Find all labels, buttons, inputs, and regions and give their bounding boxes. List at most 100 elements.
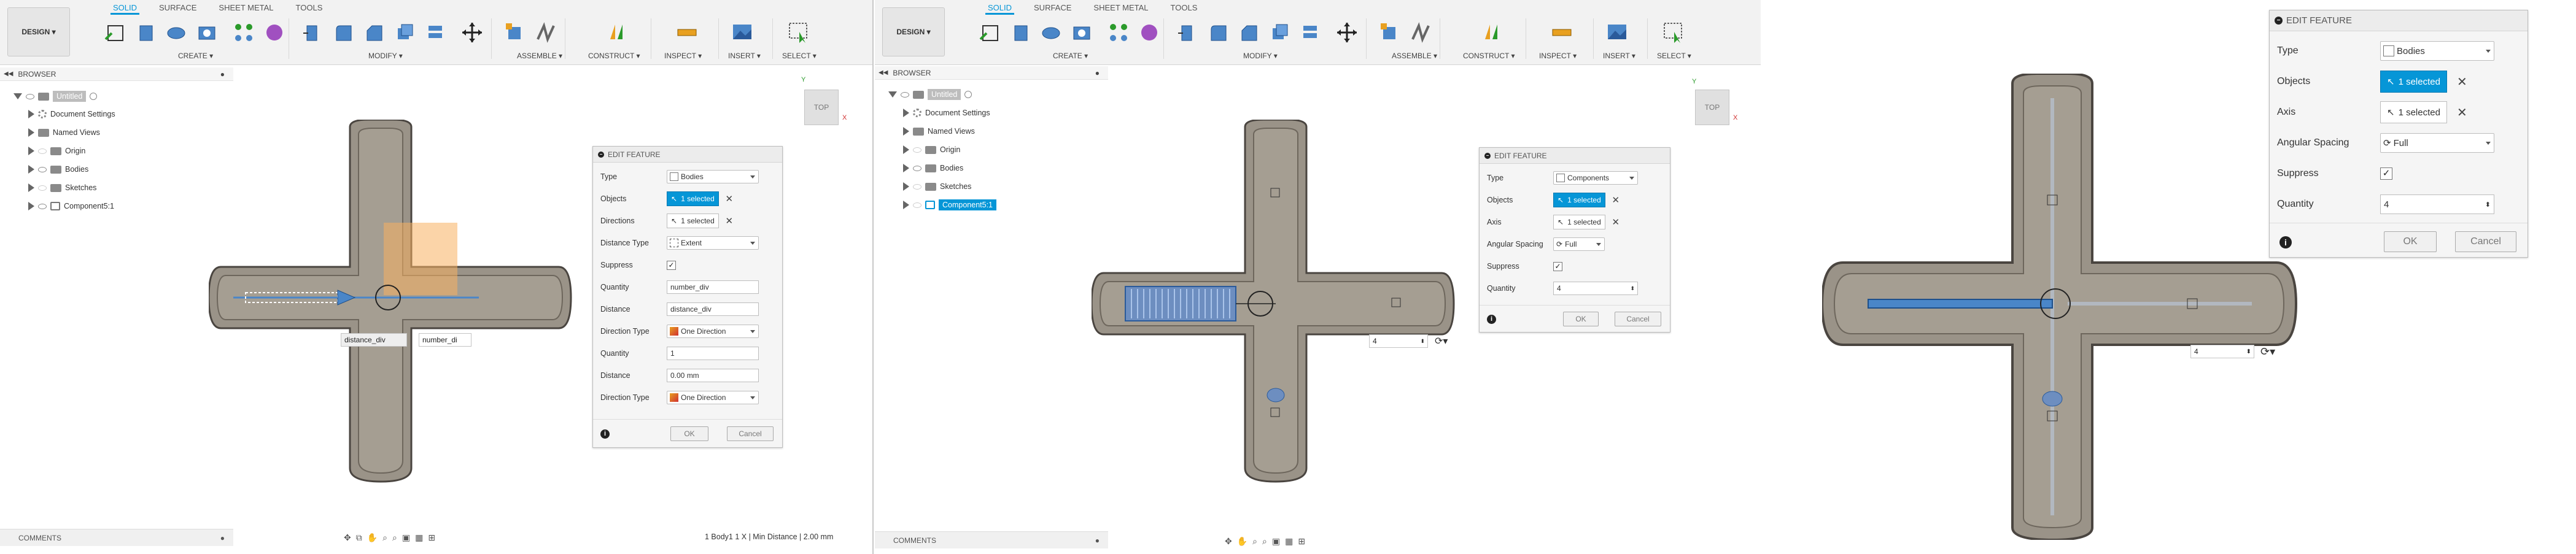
type-dropdown[interactable]: Bodies: [2380, 41, 2494, 61]
distance-type-dropdown[interactable]: Extent: [667, 236, 759, 250]
tree-item-bodies[interactable]: Bodies: [28, 163, 88, 176]
ok-button[interactable]: OK: [1563, 312, 1599, 326]
shell-icon[interactable]: [393, 21, 416, 44]
workspace-dropdown[interactable]: DESIGN ▾: [882, 7, 945, 56]
expand-icon[interactable]: [903, 127, 909, 136]
chamfer-icon[interactable]: [1237, 21, 1260, 44]
comments-pin-icon[interactable]: ●: [1095, 536, 1100, 545]
visibility-off-icon[interactable]: [913, 183, 921, 190]
pattern-icon[interactable]: [1107, 21, 1130, 44]
group-modify[interactable]: MODIFY ▾: [1243, 52, 1278, 60]
look-at-icon[interactable]: ⧉: [356, 533, 362, 543]
comments-panel[interactable]: COMMENTS ●: [875, 531, 1108, 548]
group-create[interactable]: CREATE ▾: [1053, 52, 1088, 60]
cross-body-model[interactable]: [209, 120, 577, 488]
cancel-button[interactable]: Cancel: [1615, 312, 1661, 326]
spinner-icon[interactable]: ⬍: [2246, 348, 2251, 355]
grid-settings-icon[interactable]: ▦: [415, 533, 423, 543]
comments-pin-icon[interactable]: ●: [220, 534, 225, 542]
visibility-icon[interactable]: [901, 91, 909, 98]
visibility-icon[interactable]: [913, 165, 921, 171]
viewports-icon[interactable]: ⊞: [1298, 536, 1305, 547]
insert-image-icon[interactable]: [1605, 21, 1629, 44]
cross-body-model-zoomed[interactable]: [1822, 74, 2301, 540]
cancel-button[interactable]: Cancel: [727, 426, 774, 441]
collapse-dialog-icon[interactable]: −: [2275, 17, 2283, 25]
offset-plane-icon[interactable]: [607, 21, 630, 44]
dialog-header[interactable]: − EDIT FEATURE: [593, 147, 782, 163]
quantity-2-field[interactable]: 1: [667, 347, 759, 360]
visibility-off-icon[interactable]: [913, 147, 921, 153]
group-select[interactable]: SELECT ▾: [782, 52, 817, 60]
expand-icon[interactable]: [28, 183, 34, 192]
collapse-dialog-icon[interactable]: −: [1484, 152, 1491, 159]
info-icon[interactable]: i: [600, 429, 610, 439]
extrude-icon[interactable]: [1009, 21, 1032, 44]
zoom-icon[interactable]: ⌕: [382, 533, 387, 543]
press-pull-icon[interactable]: [301, 21, 324, 44]
expand-icon[interactable]: [888, 91, 897, 98]
tree-item-origin[interactable]: Origin: [28, 144, 85, 158]
tab-sheet-metal[interactable]: SHEET METAL: [216, 2, 276, 15]
move-icon[interactable]: [1335, 21, 1359, 44]
fillet-icon[interactable]: [1206, 21, 1230, 44]
zoom-icon[interactable]: ⌕: [1252, 536, 1257, 547]
distance-input[interactable]: distance_div: [341, 333, 407, 347]
quantity-stepper[interactable]: 4 ⬍: [2380, 194, 2494, 214]
activate-icon[interactable]: [90, 93, 98, 100]
pan-icon[interactable]: ✋: [367, 533, 378, 543]
tree-item-sketches[interactable]: Sketches: [903, 180, 971, 193]
joint-icon[interactable]: [1409, 21, 1432, 44]
visibility-icon[interactable]: [26, 93, 34, 99]
flip-direction-icon[interactable]: ⟳▾: [1435, 335, 1448, 347]
spinner-icon[interactable]: ⬍: [1630, 285, 1635, 292]
spinner-icon[interactable]: ⬍: [2485, 201, 2491, 209]
group-assemble[interactable]: ASSEMBLE ▾: [517, 52, 562, 60]
objects-select-button[interactable]: ↖ 1 selected: [667, 191, 719, 206]
insert-image-icon[interactable]: [731, 21, 754, 44]
tab-surface[interactable]: SURFACE: [157, 2, 199, 15]
tree-item-component[interactable]: Component5:1: [903, 198, 997, 212]
new-component-icon[interactable]: [1378, 21, 1402, 44]
group-modify[interactable]: MODIFY ▾: [368, 52, 403, 60]
expand-icon[interactable]: [903, 164, 909, 172]
visibility-off-icon[interactable]: [38, 148, 47, 154]
tab-solid[interactable]: SOLID: [985, 2, 1015, 15]
measure-icon[interactable]: [675, 21, 699, 44]
viewcube[interactable]: TOP: [804, 90, 839, 125]
expand-icon[interactable]: [28, 128, 34, 137]
hole-icon[interactable]: [195, 21, 219, 44]
collapse-icon[interactable]: ◀◀: [879, 69, 888, 76]
new-sketch-icon[interactable]: [978, 21, 1001, 44]
expand-icon[interactable]: [28, 165, 34, 174]
collapse-icon[interactable]: ◀◀: [4, 71, 13, 77]
clear-selection-icon[interactable]: ✕: [1612, 194, 1620, 206]
form-icon[interactable]: [263, 21, 286, 44]
group-insert[interactable]: INSERT ▾: [728, 52, 761, 60]
measure-icon[interactable]: [1550, 21, 1573, 44]
quantity-field[interactable]: number_div: [667, 280, 759, 294]
offset-plane-icon[interactable]: [1481, 21, 1505, 44]
type-dropdown[interactable]: Components: [1553, 171, 1638, 185]
comments-panel[interactable]: COMMENTS ●: [0, 529, 233, 546]
quantity-stepper[interactable]: 4 ⬍: [1369, 334, 1428, 348]
form-icon[interactable]: [1138, 21, 1161, 44]
suppress-checkbox[interactable]: ✓: [1553, 261, 1562, 271]
combine-icon[interactable]: [424, 21, 447, 44]
group-construct[interactable]: CONSTRUCT ▾: [1463, 52, 1515, 60]
combine-icon[interactable]: [1298, 21, 1322, 44]
chamfer-icon[interactable]: [362, 21, 386, 44]
tree-item-sketches[interactable]: Sketches: [28, 181, 96, 194]
quantity-stepper[interactable]: 4 ⬍: [1553, 282, 1638, 295]
tree-item-named-views[interactable]: Named Views: [903, 125, 975, 138]
distance-2-field[interactable]: 0.00 mm: [667, 369, 759, 382]
viewports-icon[interactable]: ⊞: [428, 533, 435, 543]
suppress-checkbox[interactable]: ✓: [667, 260, 676, 270]
extrude-icon[interactable]: [134, 21, 157, 44]
clear-selection-icon[interactable]: ✕: [725, 193, 734, 204]
pan-icon[interactable]: ✋: [1237, 536, 1247, 547]
tree-item-named-views[interactable]: Named Views: [28, 126, 100, 139]
display-settings-icon[interactable]: ▣: [402, 533, 410, 543]
clear-selection-icon[interactable]: ✕: [2457, 105, 2467, 120]
group-inspect[interactable]: INSPECT ▾: [1539, 52, 1577, 60]
